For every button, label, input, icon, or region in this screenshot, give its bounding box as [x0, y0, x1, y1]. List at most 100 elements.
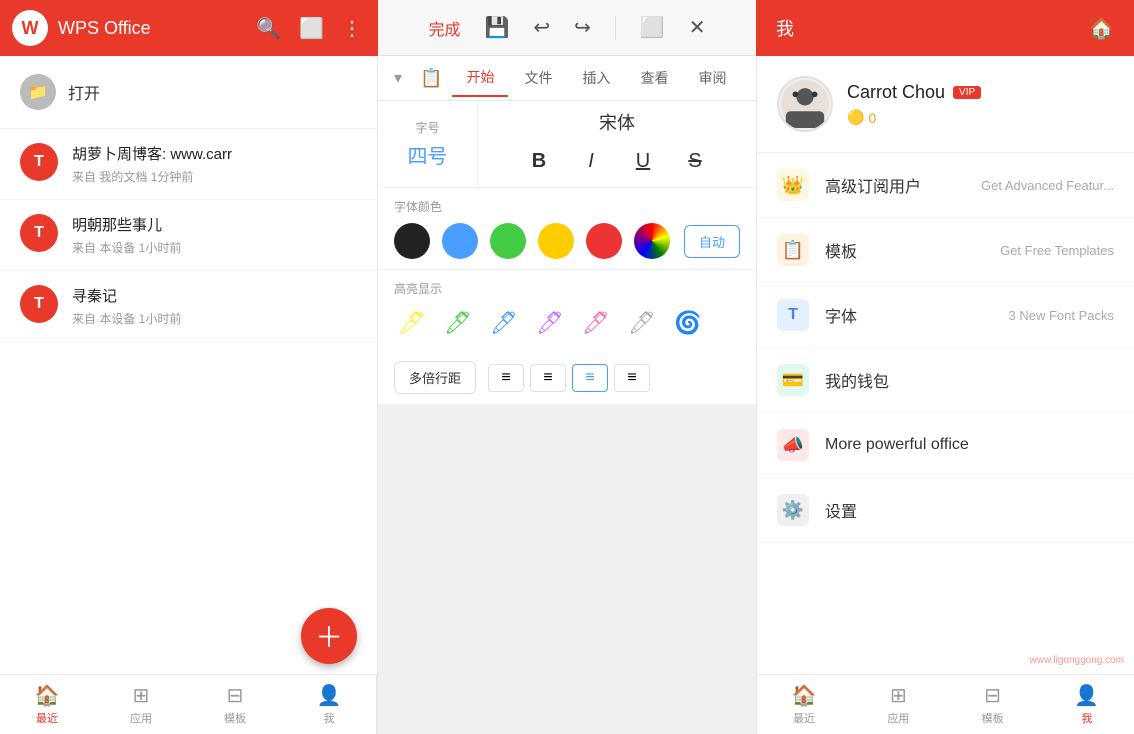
menu-value: 3 New Font Packs — [1009, 308, 1115, 323]
nav-label: 模板 — [224, 710, 246, 726]
color-yellow[interactable] — [538, 223, 574, 259]
strikethrough-button[interactable]: S — [673, 143, 717, 179]
tab-file[interactable]: 文件 — [510, 60, 566, 96]
home-icon[interactable]: 🏠 — [1089, 16, 1114, 41]
menu-item-wallet[interactable]: 💳 我的钱包 — [757, 348, 1134, 413]
main-content: 📁 打开 T 胡萝卜周博客: www.carr 来自 我的文档 1分钟前 T 明… — [0, 56, 1134, 734]
undo-icon[interactable]: ↩ — [533, 15, 550, 40]
nav-item-profile-right[interactable]: 👤 我 — [1040, 675, 1134, 734]
format-row-font: 字号 四号 宋体 B I U S — [378, 101, 756, 188]
templates-nav-icon: ⊟ — [227, 683, 244, 708]
vip-badge: VIP — [953, 86, 981, 99]
item-title: 胡萝卜周博客: www.carr — [72, 143, 357, 164]
done-button[interactable]: 完成 — [428, 16, 460, 40]
user-section: Carrot Chou VIP 🟡 0 — [757, 56, 1134, 153]
nav-item-recent-right[interactable]: 🏠 最近 — [757, 675, 851, 734]
editor-toolbar: ▾ 📋 开始 文件 插入 查看 审阅 — [378, 56, 756, 101]
list-item[interactable]: T 胡萝卜周博客: www.carr 来自 我的文档 1分钟前 — [0, 129, 377, 200]
color-multicolor[interactable] — [634, 223, 670, 259]
user-info: Carrot Chou VIP 🟡 0 — [847, 82, 1114, 126]
open-button[interactable]: 📁 打开 — [0, 56, 377, 129]
align-left-button[interactable]: ≡ — [488, 364, 524, 392]
wps-logo: W — [12, 10, 48, 46]
save-icon[interactable]: 💾 — [484, 15, 509, 40]
center-panel: ▾ 📋 开始 文件 插入 查看 审阅 字号 四号 宋体 B I — [378, 56, 756, 734]
nav-label: 应用 — [887, 710, 909, 726]
more-icon[interactable]: ⋮ — [338, 12, 366, 45]
tab-clipboard-icon[interactable]: 📋 — [412, 60, 450, 97]
coin-count: 0 — [868, 110, 876, 126]
tab-view[interactable]: 查看 — [626, 60, 682, 96]
item-meta: 来自 我的文档 1分钟前 — [72, 168, 357, 185]
folder-icon: 📁 — [20, 74, 56, 110]
tab-start[interactable]: 开始 — [452, 59, 508, 97]
nav-label: 模板 — [982, 710, 1004, 726]
settings-icon: ⚙️ — [777, 494, 809, 526]
align-right-button[interactable]: ≡ — [572, 364, 608, 392]
search-icon[interactable]: 🔍 — [252, 12, 285, 45]
home-nav-icon: 🏠 — [35, 683, 60, 708]
menu-item-subscription[interactable]: 👑 高级订阅用户 Get Advanced Featur... — [757, 153, 1134, 218]
nav-item-templates[interactable]: ⊟ 模板 — [188, 675, 282, 734]
menu-item-powerful[interactable]: 📣 More powerful office — [757, 413, 1134, 478]
apps-icon: ⊞ — [890, 683, 907, 708]
bold-button[interactable]: B — [517, 143, 561, 179]
coin-icon: 🟡 — [847, 109, 864, 126]
fab-add-button[interactable]: ＋ — [301, 608, 357, 664]
separator — [615, 16, 616, 40]
highlight-section: 高亮显示 🖊 🖊 🖊 🖊 🖊 🖊 🌀 — [378, 270, 756, 351]
highlight-purple[interactable]: 🖊 — [532, 305, 568, 341]
template-icon: 📋 — [777, 234, 809, 266]
italic-button[interactable]: I — [569, 143, 613, 179]
align-justify-button[interactable]: ≡ — [614, 364, 650, 392]
tab-arrow[interactable]: ▾ — [386, 60, 410, 96]
crown-icon: 👑 — [777, 169, 809, 201]
profile-icon: 👤 — [1074, 683, 1099, 708]
menu-item-templates[interactable]: 📋 模板 Get Free Templates — [757, 218, 1134, 283]
auto-color-button[interactable]: 自动 — [684, 225, 740, 258]
color-black[interactable] — [394, 223, 430, 259]
watermark: www.ligonggong.com — [1030, 655, 1125, 666]
list-item[interactable]: T 寻秦记 来自 本设备 1小时前 — [0, 271, 377, 342]
list-item[interactable]: T 明朝那些事儿 来自 本设备 1小时前 — [0, 200, 377, 271]
highlight-row: 🖊 🖊 🖊 🖊 🖊 🖊 🌀 — [394, 305, 740, 341]
highlight-green[interactable]: 🖊 — [440, 305, 476, 341]
close-icon[interactable]: ✕ — [689, 15, 706, 40]
underline-button[interactable]: U — [621, 143, 665, 179]
color-green[interactable] — [490, 223, 526, 259]
font-size-value[interactable]: 四号 — [408, 140, 448, 169]
nav-item-profile[interactable]: 👤 我 — [282, 675, 376, 734]
profile-nav-icon: 👤 — [317, 683, 342, 708]
wallet-icon: 💳 — [777, 364, 809, 396]
nav-item-templates-right[interactable]: ⊟ 模板 — [946, 675, 1040, 734]
line-spacing-button[interactable]: 多倍行距 — [394, 361, 476, 394]
left-panel: 📁 打开 T 胡萝卜周博客: www.carr 来自 我的文档 1分钟前 T 明… — [0, 56, 378, 734]
nav-label: 我 — [1081, 710, 1092, 726]
avatar: T — [20, 214, 58, 252]
color-red[interactable] — [586, 223, 622, 259]
color-blue[interactable] — [442, 223, 478, 259]
tab-insert[interactable]: 插入 — [568, 60, 624, 96]
redo-icon[interactable]: ↪ — [574, 15, 591, 40]
format-buttons: B I U S — [517, 143, 717, 179]
highlight-pink[interactable]: 🖊 — [578, 305, 614, 341]
tab-review[interactable]: 审阅 — [684, 60, 740, 96]
highlight-blue[interactable]: 🖊 — [486, 305, 522, 341]
nav-item-apps-right[interactable]: ⊞ 应用 — [851, 675, 945, 734]
paragraph-row: 多倍行距 ≡ ≡ ≡ ≡ — [378, 351, 756, 404]
nav-item-apps[interactable]: ⊞ 应用 — [94, 675, 188, 734]
top-bar-left: W WPS Office 🔍 ⬜ ⋮ — [0, 0, 378, 56]
top-bar-center: 完成 💾 ↩ ↪ ⬜ ✕ — [378, 0, 756, 56]
font-size-label: 字号 — [415, 119, 439, 136]
copy-icon[interactable]: ⬜ — [295, 12, 328, 45]
font-family-name[interactable]: 宋体 — [599, 109, 635, 135]
align-center-button[interactable]: ≡ — [530, 364, 566, 392]
highlight-label: 高亮显示 — [394, 280, 740, 297]
fullscreen-icon[interactable]: ⬜ — [640, 15, 665, 40]
menu-item-fonts[interactable]: T 字体 3 New Font Packs — [757, 283, 1134, 348]
highlight-yellow[interactable]: 🖊 — [394, 305, 430, 341]
menu-item-settings[interactable]: ⚙️ 设置 — [757, 478, 1134, 543]
highlight-multicolor[interactable]: 🌀 — [670, 305, 706, 341]
highlight-gray[interactable]: 🖊 — [624, 305, 660, 341]
nav-item-recent[interactable]: 🏠 最近 — [0, 675, 94, 734]
